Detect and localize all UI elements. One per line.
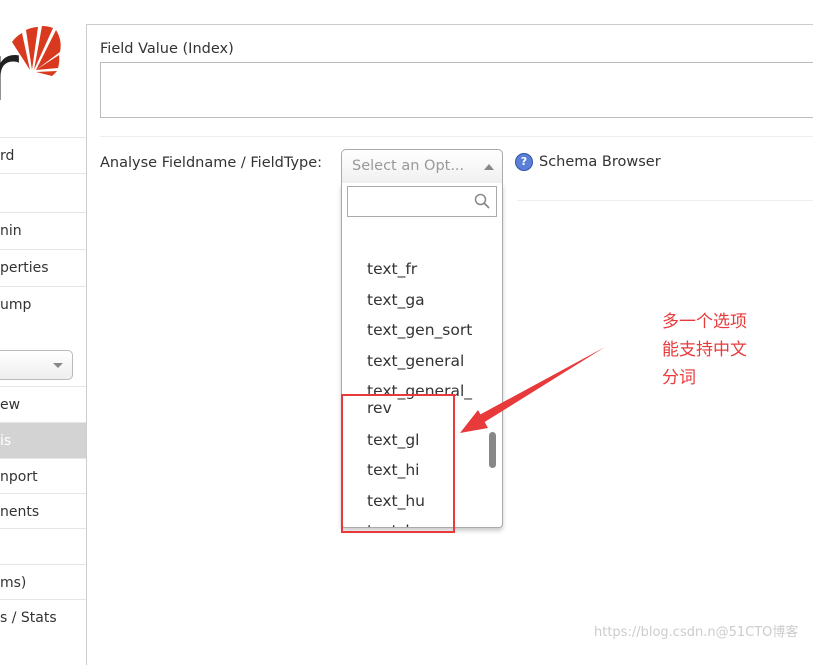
solr-logo[interactable]: r [0, 0, 86, 130]
chevron-up-icon [484, 164, 494, 170]
dropdown-option[interactable]: text_ga [367, 292, 425, 309]
sidebar-item[interactable]: nport [0, 458, 86, 495]
field-value-label: Field Value (Index) [100, 41, 234, 57]
sidebar-item-label: ew [0, 397, 21, 413]
annotation-highlight-box [341, 394, 455, 533]
sidebar-item[interactable]: rd [0, 137, 86, 174]
sidebar-item-label: ms) [0, 575, 27, 591]
chevron-down-icon [53, 363, 63, 368]
sidebar-item-label: ump [0, 297, 32, 313]
select-placeholder: Select an Opt... [352, 158, 465, 174]
fieldtype-select[interactable]: Select an Opt... [341, 149, 503, 183]
sidebar: r rd nin perties ump ew is nport nents ms) s / St… [0, 0, 86, 648]
help-icon: ? [515, 153, 533, 171]
sidebar-item-label: nport [0, 469, 38, 485]
sidebar-item[interactable]: nin [0, 212, 86, 249]
schema-browser-link[interactable]: ? Schema Browser [515, 153, 661, 171]
sidebar-item-label: nents [0, 504, 40, 520]
core-selector[interactable] [0, 350, 73, 380]
sidebar-item[interactable]: s / Stats [0, 599, 86, 636]
annotation-line: 多一个选项 [662, 312, 747, 332]
divider [517, 200, 813, 201]
sidebar-item-label: rd [0, 148, 15, 164]
sidebar-item[interactable] [0, 173, 86, 210]
sidebar-item[interactable]: ew [0, 386, 86, 423]
sidebar-item[interactable]: nents [0, 493, 86, 530]
field-value-input[interactable] [100, 62, 813, 118]
sidebar-item[interactable]: ms) [0, 564, 86, 601]
sidebar-item[interactable]: ump [0, 286, 86, 323]
sidebar-item[interactable] [0, 528, 86, 565]
dropdown-option[interactable]: text_gen_sort [367, 322, 472, 339]
analyse-fieldtype-label: Analyse Fieldname / FieldType: [100, 155, 323, 171]
divider [100, 136, 813, 137]
watermark: https://blog.csdn.n@51CTO博客 [594, 625, 799, 640]
dropdown-scrollbar[interactable] [489, 432, 496, 468]
annotation-line: 分词 [662, 368, 696, 388]
sidebar-item-label: perties [0, 260, 49, 276]
search-icon [474, 193, 490, 209]
sidebar-item-label: nin [0, 223, 22, 239]
annotation-text: 多一个选项 能支持中文 分词 [662, 308, 747, 392]
sidebar-item-label: s / Stats [0, 610, 57, 626]
annotation-line: 能支持中文 [662, 340, 747, 360]
sidebar-item[interactable]: is [0, 422, 86, 459]
schema-browser-label: Schema Browser [539, 154, 661, 170]
dropdown-option[interactable]: text_general [367, 353, 464, 370]
sidebar-item[interactable]: perties [0, 249, 86, 286]
dropdown-search-input[interactable] [347, 186, 497, 217]
sidebar-item-label: is [0, 433, 12, 449]
dropdown-option[interactable]: text_fr [367, 261, 417, 278]
